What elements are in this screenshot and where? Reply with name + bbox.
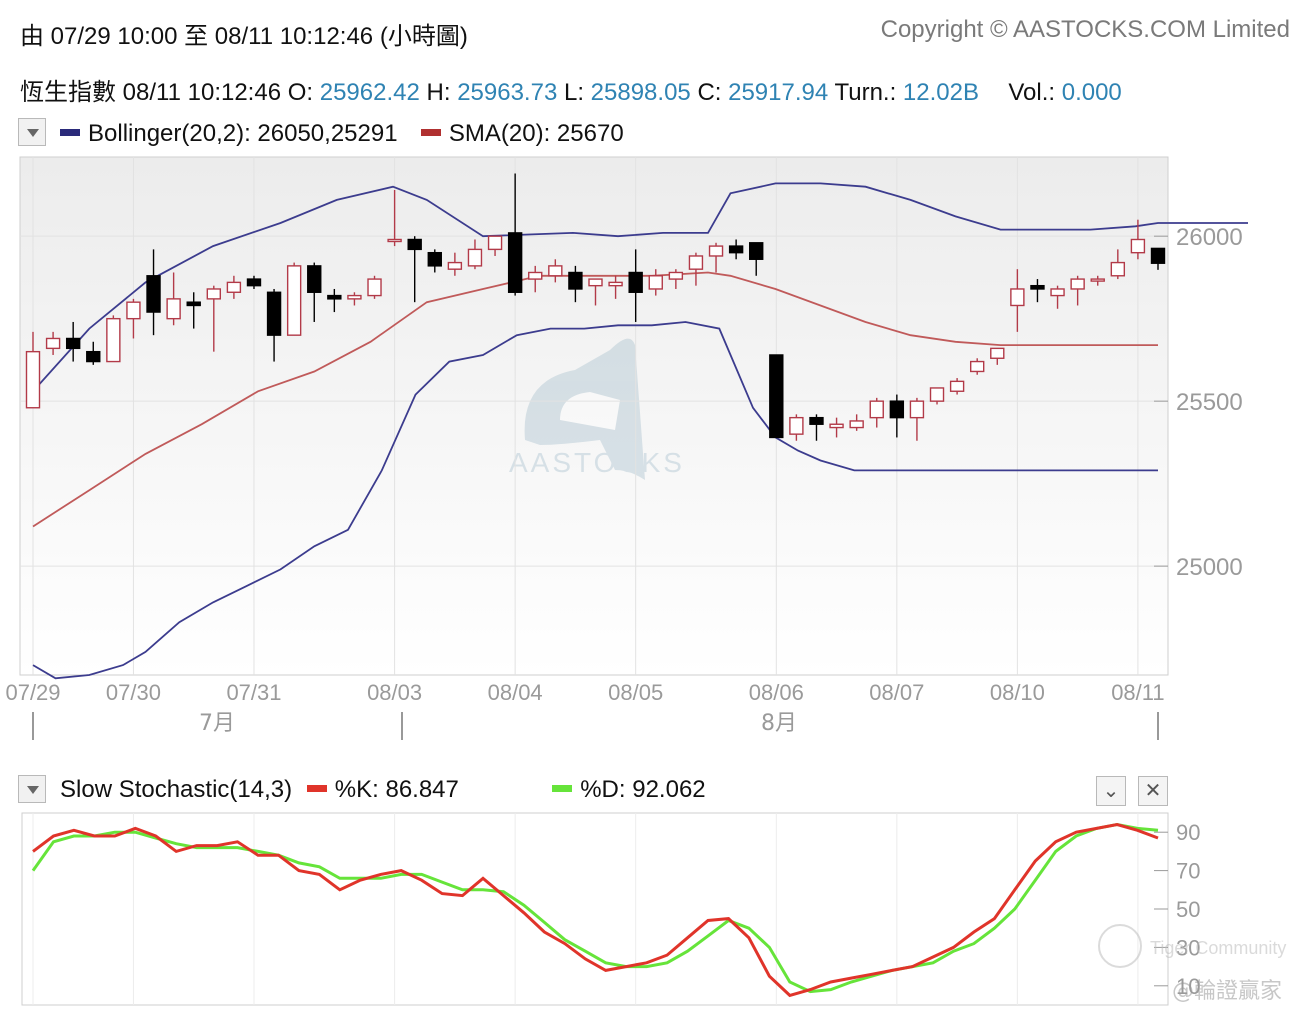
- y-tick-label: 26000: [1176, 224, 1243, 251]
- candle-body: [1070, 278, 1085, 290]
- candle-body: [447, 261, 463, 270]
- candle-body: [246, 278, 262, 287]
- x-tick-label: 07/30: [106, 680, 161, 705]
- candle-body: [65, 337, 81, 350]
- x-tick-label: 07/29: [5, 680, 60, 705]
- candle: [367, 275, 382, 299]
- month-label: 8月: [761, 711, 797, 736]
- candle-body: [347, 294, 362, 300]
- candle-body: [969, 360, 985, 373]
- candle-body: [829, 423, 844, 429]
- candle-body: [407, 238, 422, 251]
- x-tick-label: 07/31: [226, 680, 281, 705]
- wechat-handle-text: @輪證贏家: [1172, 979, 1282, 1004]
- candle-body: [86, 350, 101, 363]
- candle-body: [126, 301, 141, 320]
- candle-body: [1050, 288, 1065, 297]
- x-tick-label: 08/05: [608, 680, 663, 705]
- candle-body: [990, 347, 1005, 359]
- candle-body: [789, 416, 804, 435]
- candle-body: [1030, 284, 1045, 290]
- aastocks-watermark-text: AASTOCKS: [509, 447, 685, 478]
- candle-body: [1130, 238, 1146, 254]
- candle-body: [45, 337, 61, 350]
- candle-body: [708, 245, 724, 257]
- y-tick-label: 25000: [1176, 554, 1243, 581]
- x-tick-label: 08/03: [367, 680, 422, 705]
- month-label: 7月: [199, 711, 235, 736]
- candle-body: [226, 281, 242, 293]
- candle-body: [668, 271, 684, 280]
- candle-body: [949, 380, 965, 392]
- candle-body: [588, 278, 603, 287]
- stoch-y-tick-label: 90: [1176, 820, 1200, 845]
- candle-body: [427, 251, 442, 267]
- candle-body: [327, 294, 342, 300]
- candle-body: [106, 317, 121, 363]
- candle-body: [628, 271, 643, 293]
- candle: [769, 354, 784, 439]
- candle-body: [728, 245, 744, 254]
- candle-body: [166, 298, 181, 320]
- candle-body: [186, 301, 201, 307]
- candle-body: [25, 350, 41, 409]
- candle-body: [809, 416, 824, 425]
- stoch-y-tick-label: 50: [1176, 897, 1200, 922]
- x-tick-label: 08/11: [1111, 680, 1164, 705]
- y-tick-label: 25500: [1176, 389, 1243, 416]
- candle-body: [146, 275, 161, 313]
- candle-body: [909, 400, 925, 419]
- candle-body: [1090, 278, 1105, 282]
- candle-body: [1010, 288, 1025, 307]
- tiger-community-text: Tiger Community: [1150, 938, 1286, 958]
- candle-body: [1150, 247, 1166, 264]
- candle-body: [849, 420, 864, 429]
- candle-body: [1110, 261, 1126, 277]
- chart-canvas: AASTOCKS 25000 25500 26000 07/29 07/30 07/31 0…: [5, 156, 1286, 1006]
- candle-body: [286, 265, 302, 336]
- candle-body: [769, 354, 784, 439]
- candle-body: [608, 281, 623, 287]
- candle-body: [929, 387, 945, 402]
- candle-body: [367, 278, 382, 297]
- candle-body: [568, 271, 583, 290]
- candle-body: [548, 265, 563, 277]
- candle-body: [648, 275, 663, 290]
- x-tick-label: 08/07: [869, 680, 924, 705]
- candle-body: [507, 232, 523, 293]
- candle-body: [467, 248, 483, 267]
- candle-body: [266, 291, 282, 336]
- candle-body: [387, 238, 402, 243]
- candle-body: [889, 400, 905, 419]
- candle: [286, 262, 302, 336]
- x-tick-label: 08/04: [488, 680, 543, 705]
- candle-body: [749, 242, 764, 260]
- candle-body: [869, 400, 884, 419]
- candle-body: [528, 271, 543, 280]
- candle-body: [206, 288, 222, 300]
- candle-body: [688, 255, 704, 270]
- candle: [106, 315, 121, 363]
- stoch-y-tick-label: 70: [1176, 859, 1200, 884]
- x-tick-label: 08/10: [990, 680, 1045, 705]
- candle-body: [307, 265, 322, 293]
- x-tick-label: 08/06: [749, 680, 804, 705]
- candle-body: [487, 235, 503, 251]
- stoch-plot-area: [21, 812, 1169, 1006]
